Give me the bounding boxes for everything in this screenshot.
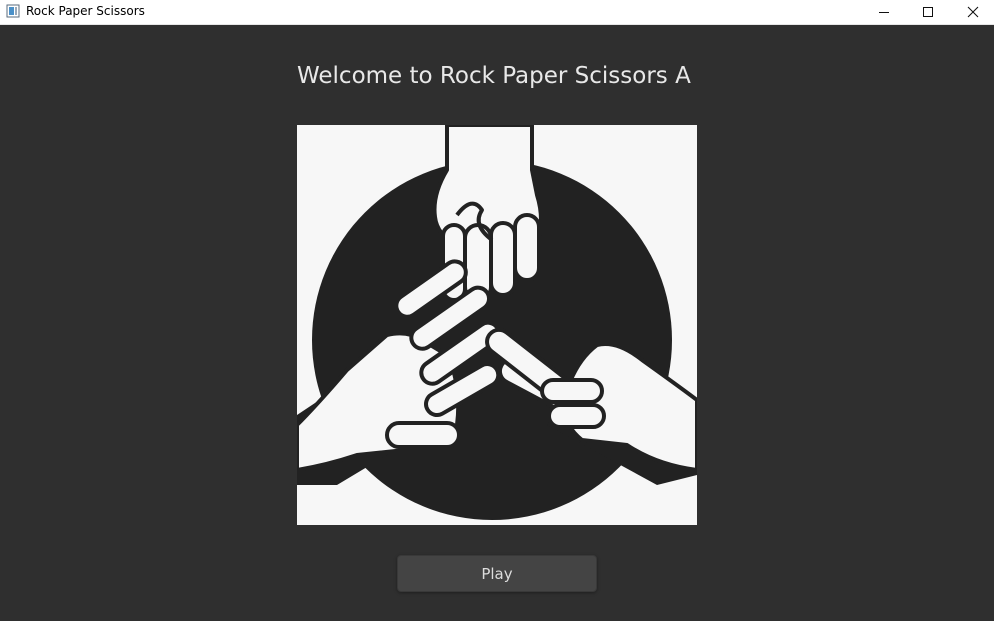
app-icon bbox=[6, 4, 20, 18]
close-button[interactable] bbox=[950, 0, 994, 24]
main-content: Welcome to Rock Paper Scissors A Play bbox=[0, 25, 994, 621]
window-title: Rock Paper Scissors bbox=[26, 4, 145, 18]
play-button[interactable]: Play bbox=[397, 555, 597, 592]
title-bar: Rock Paper Scissors bbox=[0, 0, 994, 25]
logo-image bbox=[295, 123, 699, 525]
minimize-button[interactable] bbox=[861, 0, 907, 24]
rock-paper-scissors-hands-icon bbox=[295, 123, 699, 525]
minimize-icon bbox=[879, 12, 889, 13]
maximize-icon bbox=[923, 7, 933, 17]
close-icon bbox=[967, 6, 979, 18]
welcome-heading: Welcome to Rock Paper Scissors A bbox=[297, 63, 691, 89]
maximize-button[interactable] bbox=[905, 0, 951, 24]
